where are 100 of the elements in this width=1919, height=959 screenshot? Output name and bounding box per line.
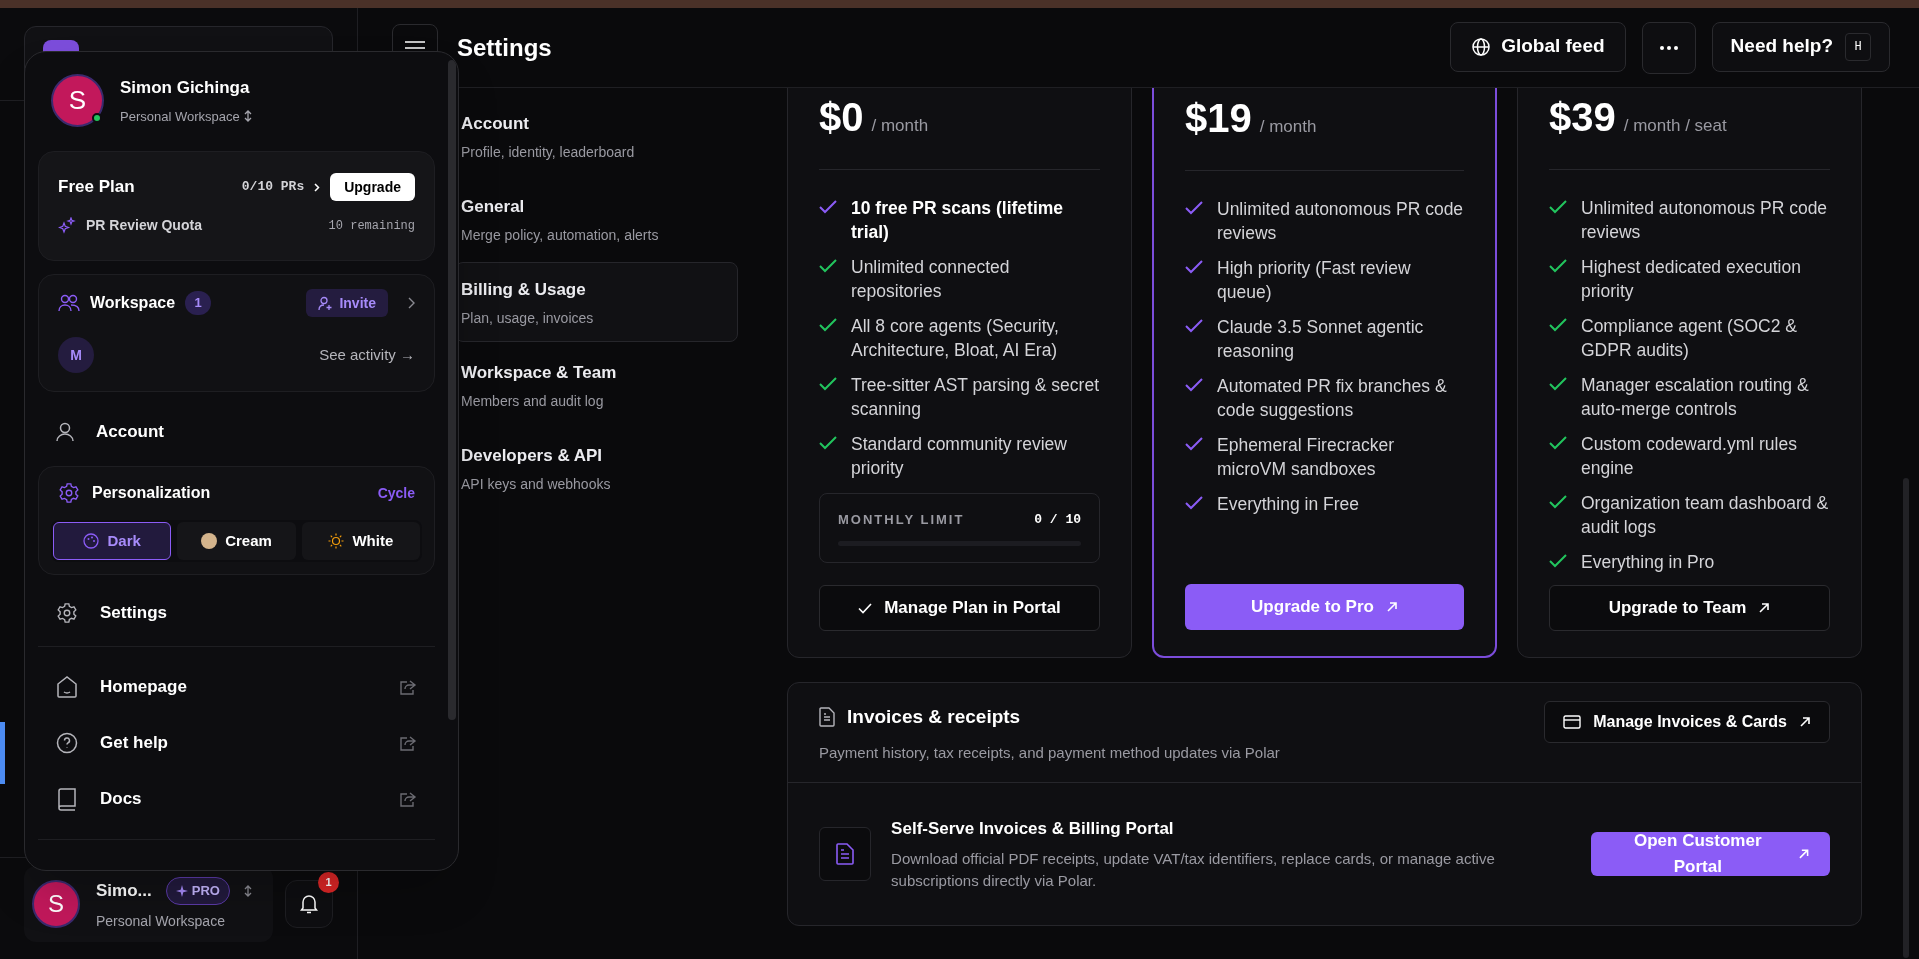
check-icon [1549,259,1567,273]
settings-nav-item[interactable]: Account Profile, identity, leaderboard [455,96,738,176]
share-icon [399,679,417,695]
plan-button[interactable]: Upgrade to Team [1549,585,1830,631]
cycle-button[interactable]: Cycle [377,482,415,504]
page-title: Settings [457,32,552,63]
share-icon [399,791,417,807]
plan-period: / month / seat [1623,115,1727,137]
portal-title: Self-Serve Invoices & Billing Portal [891,818,1175,840]
plan-button[interactable]: Upgrade to Pro [1185,584,1464,630]
upgrade-button[interactable]: Upgrade [330,173,415,201]
account-menu-item[interactable]: Account [38,398,435,466]
feature-text: Everything in Pro [1581,551,1715,574]
cream-swatch [201,533,218,549]
feature-text: Custom codeward.yml rules engine [1581,433,1798,480]
document-icon [836,842,855,865]
check-icon [819,200,837,214]
check-icon [1185,260,1203,274]
settings-nav-item[interactable]: General Merge policy, automation, alerts [455,179,738,259]
document-icon [819,707,835,728]
theme-option[interactable]: White [301,522,420,560]
personalization-title: Personalization [92,483,212,503]
feature-text: Claude 3.5 Sonnet agentic reasoning [1217,316,1425,363]
usage-count: 0/10 PRs [241,178,305,197]
arrow-up-right-icon [1798,847,1810,860]
check-icon [819,318,837,332]
workspace-name: Personal Workspace [120,107,240,126]
sparkle-icon [175,884,188,897]
settings-nav-item[interactable]: Developers & API API keys and webhooks [455,428,738,508]
bell-icon [300,894,318,914]
menu-link[interactable]: Docs [38,771,435,827]
menu-link[interactable]: Homepage [38,659,435,715]
section-title: Invoices & receipts [847,705,1021,729]
settings-icon [56,601,78,624]
menu-link[interactable]: Get help [38,715,435,771]
check-icon [819,259,837,273]
page-scrollbar[interactable] [1903,478,1909,958]
meter-label: MONTHLY LIMIT [838,510,965,529]
member-avatar: M [58,337,94,373]
plan-button[interactable]: Manage Plan in Portal [819,585,1100,631]
help-label: Need help? [1730,34,1833,59]
avatar: S [32,880,80,928]
check-icon [1549,436,1567,450]
settings-nav-item[interactable]: Workspace & Team Members and audit log [455,345,738,425]
shortcut-key: H [1845,32,1871,61]
meter-reading: 0 / 10 [1034,510,1081,529]
feature-text: All 8 core agents (Security, Architecture, Bloat, AI Era) [851,315,1060,362]
notification-count: 1 [318,872,339,893]
feature-text: Unlimited autonomous PR code reviews [1217,198,1464,245]
settings-menu-item[interactable]: Settings [38,579,435,647]
feature-text: Highest dedicated execution priority [1581,256,1802,303]
quota-label: PR Review Quota [86,216,203,235]
plan-price: $0 [819,94,864,141]
check-icon [1185,437,1203,451]
link-label: Homepage [100,676,188,699]
plan-period: / month [871,115,929,137]
active-indicator [0,722,5,784]
check-icon [1185,319,1203,333]
customer-portal-button[interactable]: Open Customer Portal [1591,831,1830,876]
arrow-up-right-icon [1799,716,1811,728]
pro-badge: PRO [165,876,230,905]
help-button[interactable]: Need help? H [1711,21,1890,72]
theme-option[interactable]: Cream [177,522,296,560]
feature-text: Compliance agent (SOC2 & GDPR audits) [1581,315,1798,362]
user-icon [56,422,74,442]
feature-text: Unlimited connected repositories [851,256,1011,303]
more-button[interactable] [1641,21,1696,74]
manage-invoices-button[interactable]: Manage Invoices & Cards [1544,701,1830,743]
palette-icon [83,533,100,549]
portal-description: Download official PDF receipts, update VAT/tax identifiers, replace cards, or manage active subscriptions directly via Polar. [891,848,1496,891]
plan-name: Free Plan [58,176,136,199]
global-feed-button[interactable]: Global feed [1450,21,1626,72]
link-label: Get help [100,732,169,755]
sun-icon [328,533,345,549]
settings-icon [58,482,80,504]
notifications-button[interactable] [285,880,333,928]
home-icon [56,675,78,699]
chevron-right-icon [314,182,321,192]
plan-price: $39 [1549,94,1616,141]
credit-card-icon [1563,715,1582,729]
share-icon [399,735,417,751]
user-card[interactable]: S Simo... PRO Personal Workspace [24,866,273,942]
check-icon [1549,200,1567,214]
users-icon [58,294,80,312]
see-activity-link[interactable]: See activity → [319,343,415,367]
check-icon [1185,201,1203,215]
plan-price: $19 [1185,95,1252,142]
feature-text: Unlimited autonomous PR code reviews [1581,197,1829,244]
chevron-right-icon [408,297,415,309]
check-icon [1185,496,1203,510]
feature-text: 10 free PR scans (lifetime trial) [851,197,1065,244]
globe-icon [1471,36,1492,57]
invite-button[interactable]: Invite [306,289,388,317]
add-user-icon [318,295,334,311]
scrollbar[interactable] [448,60,456,720]
feature-text: Manager escalation routing & auto-merge controls [1581,374,1810,421]
feature-text: Everything in Free [1217,493,1359,516]
arrow-up-right-icon [1758,602,1771,614]
link-label: Docs [100,788,143,811]
theme-option[interactable]: Dark [53,522,172,560]
